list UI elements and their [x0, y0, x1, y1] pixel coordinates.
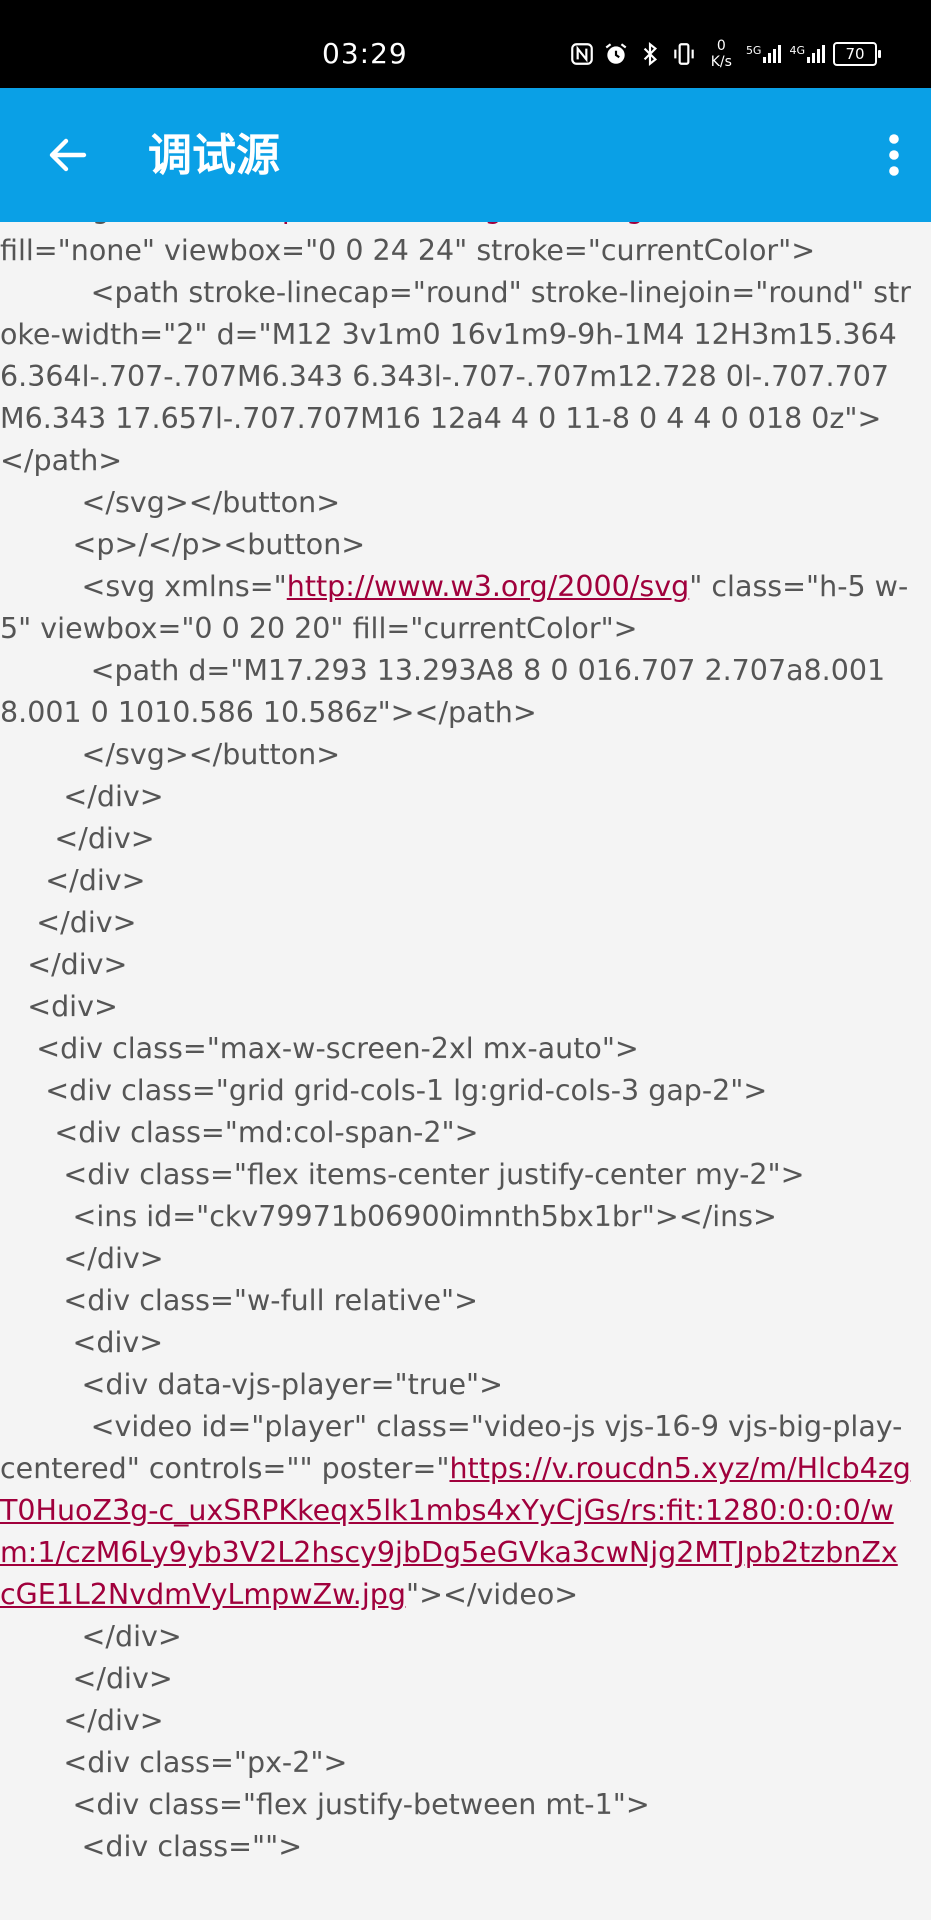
status-icons: 0 K/s 5G 4G 70 [569, 34, 881, 74]
signal-5g: 5G [746, 45, 782, 63]
signal-4g-label: 4G [789, 44, 805, 57]
source-line: <div class="w-full relative"> [0, 1284, 479, 1317]
source-link[interactable]: http://www.w3.org/2000/svg [287, 570, 689, 603]
battery-icon: 70 [833, 42, 881, 66]
source-line: <div class="md:col-span-2"> [0, 1116, 479, 1149]
network-speed: 0 K/s [711, 38, 732, 70]
source-line: </div> [0, 1620, 182, 1653]
source-link[interactable]: http://www.w3.org/2000/svg [241, 222, 643, 225]
source-line: </div> [0, 822, 155, 855]
source-line: <path d="M17.293 13.293A8 8 0 016.707 2.… [0, 654, 895, 729]
more-vertical-icon[interactable] [879, 131, 909, 179]
source-line: </div> [0, 864, 146, 897]
source-line: </div> [0, 906, 137, 939]
arrow-left-icon[interactable] [44, 131, 92, 179]
source-line: <div> [0, 1326, 164, 1359]
source-line: <div class=""> [0, 1830, 303, 1863]
status-time: 03:29 [322, 37, 408, 70]
source-link[interactable]: https://v.roucdn5.xyz/m/Hlcb4zgT0HuoZ3g-… [0, 1452, 911, 1611]
source-line: <div class="flex justify-between mt-1"> [0, 1788, 650, 1821]
source-line: <p>/</p><button> [0, 528, 366, 561]
signal-bar-icon [768, 53, 772, 63]
source-line: </div> [0, 948, 128, 981]
status-bar: 03:29 0 K/s 5G 4G 70 [0, 0, 931, 88]
signal-bar-icon [812, 53, 815, 63]
signal-4g: 4G [789, 45, 825, 63]
signal-bar-icon [778, 45, 782, 63]
signal-5g-label: 5G [745, 44, 762, 57]
source-line: <video id="player" class="video-js vjs-1… [0, 1410, 911, 1611]
page-title: 调试源 [148, 130, 280, 181]
vibrate-icon [673, 43, 694, 65]
bluetooth-icon [643, 41, 657, 67]
source-line: </div> [0, 780, 164, 813]
source-line: </svg></button> [0, 738, 341, 771]
source-line: <div> [0, 990, 118, 1023]
network-speed-unit: K/s [710, 54, 732, 70]
nfc-icon [570, 43, 593, 65]
app-bar: 调试源 [0, 88, 931, 222]
signal-bar-icon [773, 49, 777, 63]
source-line: <div class="flex items-center justify-ce… [0, 1158, 805, 1191]
source-line: <path stroke-linecap="round" stroke-line… [0, 276, 912, 477]
source-line: <div data-vjs-player="true"> [0, 1368, 504, 1401]
source-line: </div> [0, 1704, 164, 1737]
source-line: </svg></button> [0, 486, 341, 519]
source-line: <svg xmlns="http://www.w3.org/2000/svg" … [0, 570, 909, 645]
source-line: <div class="max-w-screen-2xl mx-auto"> [0, 1032, 639, 1065]
signal-bar-icon [817, 49, 820, 63]
source-view[interactable]: <svg xmlns="http://www.w3.org/2000/svg" … [0, 222, 931, 1920]
source-code: <svg xmlns="http://www.w3.org/2000/svg" … [0, 222, 912, 1868]
signal-bar-icon [763, 57, 767, 63]
source-line: <div class="px-2"> [0, 1746, 348, 1779]
source-line: </div> [0, 1662, 173, 1695]
source-line: </div> [0, 1242, 164, 1275]
signal-bar-icon [822, 45, 825, 63]
signal-bar-icon [807, 57, 810, 63]
source-line: <div class="grid grid-cols-1 lg:grid-col… [0, 1074, 768, 1107]
network-speed-value: 0 [716, 38, 726, 54]
source-line: <svg xmlns="http://www.w3.org/2000/svg" … [0, 222, 912, 272]
alarm-icon [605, 43, 627, 64]
source-line: <ins id="ckv79971b06900imnth5bx1br"></in… [0, 1200, 777, 1233]
